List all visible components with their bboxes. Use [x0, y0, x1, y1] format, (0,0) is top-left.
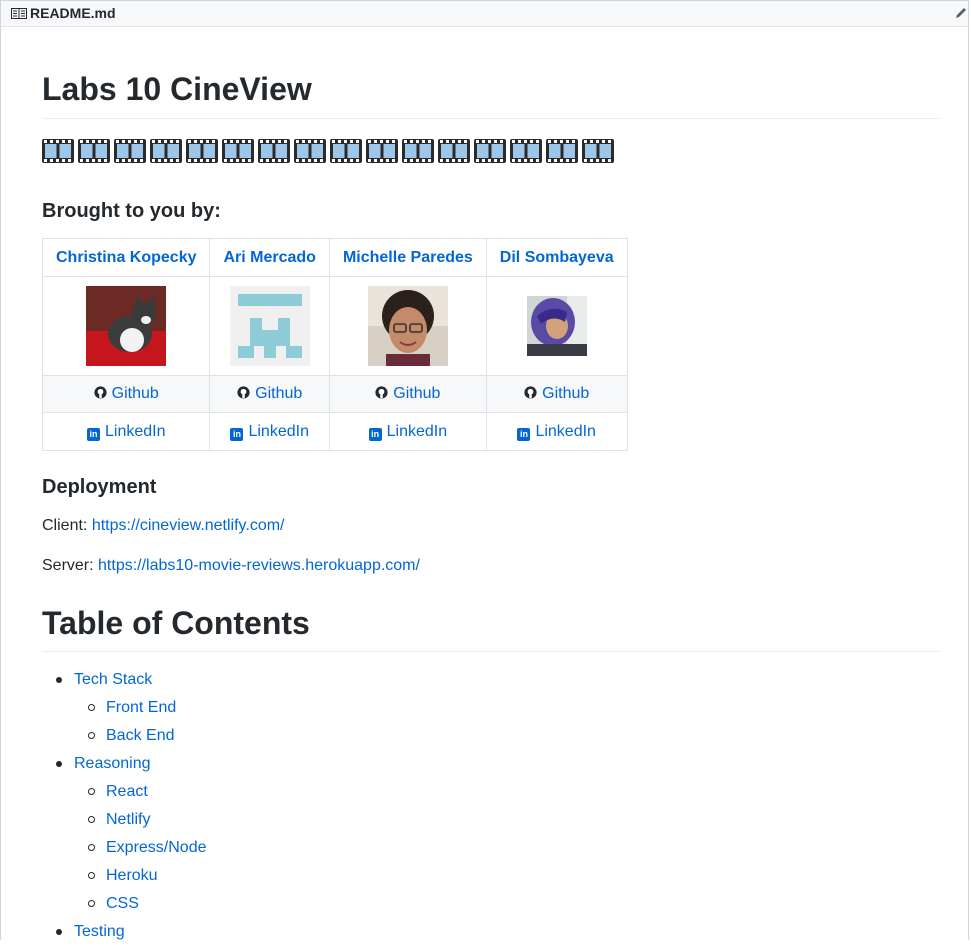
toc-subitem: Netlify — [74, 806, 207, 834]
github-icon — [237, 386, 250, 399]
team-table: Christina Kopecky Ari Mercado Michelle P… — [41, 238, 628, 451]
film-frames-icon — [186, 139, 218, 163]
linkedin-icon: in — [230, 427, 244, 441]
member-name-0[interactable]: Christina Kopecky — [41, 238, 211, 277]
toc-list: Tech Stack Front End Back End Reasoning … — [42, 666, 207, 946]
film-frames-icon — [42, 139, 74, 163]
toc-subitem: Heroku — [74, 862, 207, 890]
toc-link-tech-stack[interactable]: Tech Stack — [74, 671, 152, 688]
server-url-link[interactable]: https://labs10-movie-reviews.herokuapp.c… — [98, 557, 420, 574]
film-frames-icon — [114, 139, 146, 163]
film-frames-icon — [402, 139, 434, 163]
film-frames-icon — [150, 139, 182, 163]
toc-link-heroku[interactable]: Heroku — [106, 867, 158, 884]
toc-heading: Table of Contents — [42, 605, 310, 641]
pencil-icon[interactable] — [954, 6, 968, 20]
github-link-2[interactable]: Github — [328, 375, 487, 413]
file-name: README.md — [30, 5, 116, 21]
toc-link-react[interactable]: React — [106, 783, 148, 800]
client-url-link[interactable]: https://cineview.netlify.com/ — [92, 517, 285, 534]
film-frames-icon — [546, 139, 578, 163]
page-title: Labs 10 CineView — [42, 71, 312, 107]
film-frames-icon — [438, 139, 470, 163]
linkedin-icon: in — [368, 427, 382, 441]
github-link-0[interactable]: Github — [41, 375, 211, 413]
film-frames-icon — [258, 139, 290, 163]
toc-subitem: Front End — [74, 694, 207, 722]
file-header: README.md — [0, 0, 969, 27]
toc-link-express-node[interactable]: Express/Node — [106, 839, 207, 856]
readme-content: Labs 10 CineView Brought to you by: Chri… — [0, 27, 969, 940]
toc-item: Tech Stack Front End Back End — [42, 666, 207, 750]
github-icon — [94, 386, 107, 399]
linkedin-link-0[interactable]: in LinkedIn — [41, 412, 211, 451]
portrait-photo[interactable] — [526, 296, 587, 356]
title-divider — [42, 118, 940, 119]
film-frames-icon — [510, 139, 542, 163]
github-icon — [375, 386, 388, 399]
toc-link-back-end[interactable]: Back End — [106, 727, 174, 744]
linkedin-icon: in — [517, 427, 531, 441]
toc-link-testing[interactable]: Testing — [74, 923, 125, 940]
film-frames-icon — [366, 139, 398, 163]
film-frames-icon — [474, 139, 506, 163]
film-frames-icon — [294, 139, 326, 163]
toc-item: Reasoning React Netlify Express/Node Her… — [42, 750, 207, 918]
deployment-heading: Deployment — [42, 476, 157, 498]
film-frames-icon — [330, 139, 362, 163]
toc-item: Testing — [42, 918, 207, 946]
identicon[interactable] — [229, 286, 310, 366]
github-link-3[interactable]: Github — [485, 375, 628, 413]
film-frames-icon — [222, 139, 254, 163]
toc-link-reasoning[interactable]: Reasoning — [74, 755, 151, 772]
client-line: Client: https://cineview.netlify.com/ — [42, 517, 285, 534]
team-heading: Brought to you by: — [42, 200, 221, 222]
github-icon — [524, 386, 537, 399]
linkedin-link-2[interactable]: in LinkedIn — [328, 412, 487, 451]
toc-link-netlify[interactable]: Netlify — [106, 811, 150, 828]
toc-link-front-end[interactable]: Front End — [106, 699, 176, 716]
toc-link-css[interactable]: CSS — [106, 895, 139, 912]
film-frames-icon — [78, 139, 110, 163]
toc-subitem: Express/Node — [74, 834, 207, 862]
toc-subitem: Back End — [74, 722, 207, 750]
film-frames-icon — [582, 139, 614, 163]
member-name-1[interactable]: Ari Mercado — [209, 238, 330, 277]
server-line: Server: https://labs10-movie-reviews.her… — [42, 557, 420, 574]
portrait-photo[interactable] — [367, 286, 448, 366]
book-icon — [11, 8, 27, 19]
cat-photo[interactable] — [86, 286, 167, 366]
linkedin-icon: in — [86, 427, 100, 441]
toc-subitem: CSS — [74, 890, 207, 918]
film-strip — [42, 139, 614, 163]
member-name-2[interactable]: Michelle Paredes — [328, 238, 487, 277]
github-link-1[interactable]: Github — [209, 375, 330, 413]
linkedin-link-3[interactable]: in LinkedIn — [485, 412, 628, 451]
linkedin-link-1[interactable]: in LinkedIn — [209, 412, 330, 451]
toc-subitem: React — [74, 778, 207, 806]
member-name-3[interactable]: Dil Sombayeva — [485, 238, 628, 277]
toc-divider — [42, 651, 940, 652]
